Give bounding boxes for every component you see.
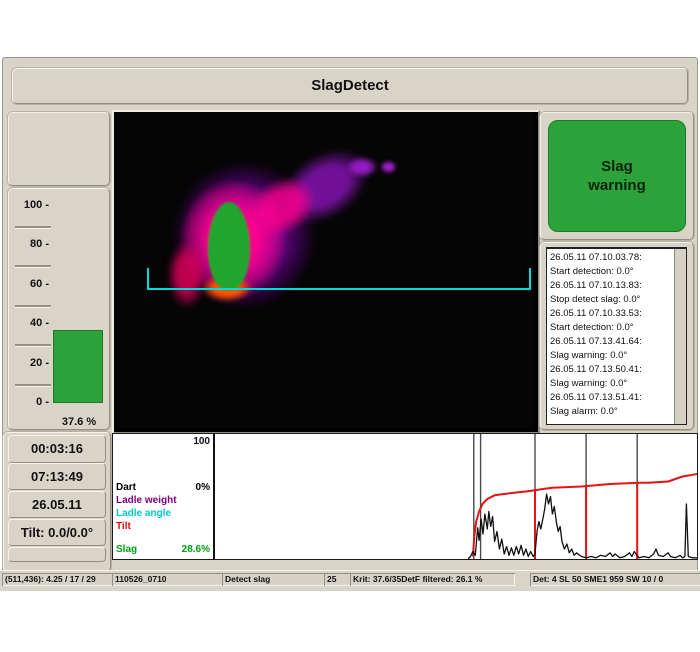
gauge-tick-separator — [15, 384, 51, 386]
log-line: 26.05.11 07.10.13.83: — [550, 279, 672, 293]
detection-level-right-tick — [529, 268, 531, 290]
status-cell: Det: 4 SL 50 SME1 959 SW 10 / 0 — [530, 573, 700, 586]
log-text: 26.05.11 07.10.03.78:Start detection: 0.… — [550, 251, 672, 422]
log-line: Slag alarm: 0.0° — [550, 405, 672, 419]
gauge-tick-separator — [15, 265, 51, 267]
gauge-tick-label: 0 - — [13, 396, 49, 410]
gauge-tick-label: 80 - — [13, 238, 49, 252]
legend-row: Tilt — [116, 521, 210, 533]
log-line: 26.05.11 07.10.03.78: — [550, 251, 672, 265]
info-panel: 00:03:1607:13:4926.05.11Tilt: 0.0/0.0° — [3, 432, 111, 572]
gauge-tick-label: 100 - — [13, 199, 49, 213]
event-log[interactable]: 26.05.11 07.10.03.78:Start detection: 0.… — [546, 247, 687, 425]
legend-row: Dart0% — [116, 482, 210, 494]
trend-chart-region: 100 Dart0%Ladle weightLadle angleTilt Sla… — [112, 430, 698, 570]
slag-trend-plot — [215, 434, 697, 559]
log-line: Slag warning: 0.0° — [550, 377, 672, 391]
thermal-image[interactable] — [114, 112, 534, 428]
gauge-bar — [53, 330, 103, 403]
event-log-panel: 26.05.11 07.10.03.78:Start detection: 0.… — [540, 242, 694, 430]
info-cell: 07:13:49 — [8, 463, 106, 490]
log-line: 26.05.11 07.13.41.64: — [550, 335, 672, 349]
status-bar: (511,436): 4.25 / 17 / 29110526_0710Dete… — [0, 570, 700, 591]
legend-row: Slag28.6% — [116, 544, 210, 556]
page-title: SlagDetect — [13, 69, 687, 103]
warning-panel: Slag warning — [540, 112, 694, 240]
log-line: 26.05.11 07.13.51.41: — [550, 391, 672, 405]
status-cell: 25 — [324, 573, 353, 586]
legend-row: Ladle weight — [116, 495, 210, 507]
gauge-tick-separator — [15, 226, 51, 228]
log-line: Start detection: 0.0° — [550, 265, 672, 279]
slag-warning-label-line2: warning — [588, 176, 646, 195]
gauge-tick-label: 40 - — [13, 317, 49, 331]
info-cell: 00:03:16 — [8, 435, 106, 463]
gauge-tick-separator — [15, 344, 51, 346]
log-line: Stop detect slag: 0.0° — [550, 293, 672, 307]
status-cell: Krit: 37.6/35DetF filtered: 26.1 % — [350, 573, 515, 586]
legend-axis-max-label: 100 — [193, 436, 210, 447]
status-cell: Detect slag — [222, 573, 327, 586]
thermal-blob-green-core — [208, 202, 250, 290]
detection-level-line — [147, 288, 531, 290]
info-cell: 26.05.11 — [8, 491, 106, 518]
thermal-blob-purple-spot — [342, 154, 382, 180]
thermal-blob-purple-dot — [382, 162, 395, 172]
gauge-tick-label: 20 - — [13, 357, 49, 371]
log-scrollbar[interactable] — [674, 249, 686, 424]
log-line: 26.05.11 07.10.33.53: — [550, 307, 672, 321]
trend-chart: 100 Dart0%Ladle weightLadle angleTilt Sla… — [112, 433, 698, 560]
gauge-tick-separator — [15, 305, 51, 307]
left-blank-panel — [8, 112, 110, 186]
detection-level-left-tick — [147, 268, 149, 290]
chart-legend: 100 Dart0%Ladle weightLadle angleTilt Sla… — [113, 434, 215, 559]
gauge-value-label: 37.6 % — [55, 416, 103, 428]
thermal-image-panel — [112, 110, 540, 434]
slag-level-gauge: 100 - 80 - 60 - 40 - 20 - 0 - 37.6 % — [8, 188, 110, 430]
slag-warning-label-line1: Slag — [601, 157, 633, 176]
log-line: Start detection: 0.0° — [550, 321, 672, 335]
log-line: Slag warning: 0.0° — [550, 349, 672, 363]
status-cell: 110526_0710 — [112, 573, 225, 586]
info-cell — [8, 547, 106, 562]
title-bar: SlagDetect — [12, 68, 688, 104]
info-cell: Tilt: 0.0/0.0° — [8, 519, 106, 546]
gauge-tick-label: 60 - — [13, 278, 49, 292]
slagdetect-app: SlagDetect 100 - 80 - 60 - 40 - 20 - 0 - 37.6… — [0, 0, 700, 652]
legend-row: Ladle angle — [116, 508, 210, 520]
log-line: 26.05.11 07.13.50.41: — [550, 363, 672, 377]
slag-warning-button[interactable]: Slag warning — [548, 120, 686, 232]
status-cell: (511,436): 4.25 / 17 / 29 — [2, 573, 115, 586]
